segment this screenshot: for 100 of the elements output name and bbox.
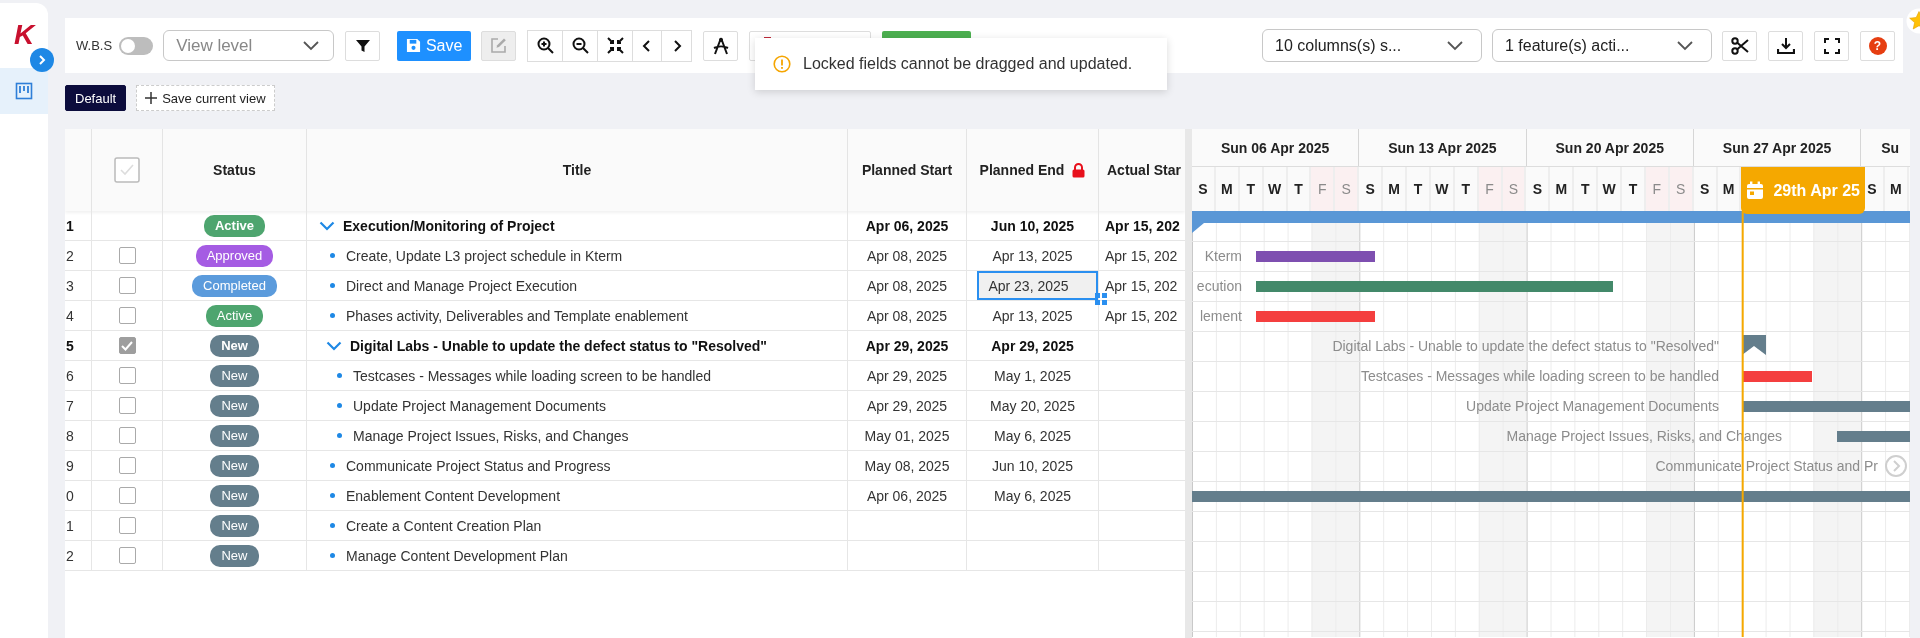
column-header[interactable]: Actual Star [1107, 162, 1181, 178]
filter-icon [354, 37, 371, 54]
day-header: F [1645, 167, 1670, 211]
view-level-dropdown[interactable]: View level [163, 30, 335, 61]
compass-button[interactable] [703, 30, 739, 61]
warning-icon [773, 55, 791, 73]
drag-handle-icon[interactable] [1095, 293, 1107, 305]
column-header[interactable]: Planned End [979, 162, 1065, 178]
date-cell[interactable]: May 20, 2025 [967, 391, 1098, 420]
date-cell[interactable]: Apr 29, 2025 [967, 331, 1098, 360]
download-button[interactable] [1768, 30, 1803, 61]
date-cell[interactable]: Apr 23, 2025 [977, 271, 1098, 300]
filter-button[interactable] [345, 30, 381, 61]
status-badge: Active [204, 214, 265, 237]
row-number: 3 [66, 277, 74, 294]
week-header: Su [1881, 139, 1900, 156]
date-cell: May 08, 2025 [864, 457, 950, 474]
toast-message: Locked fields cannot be dragged and updated. [803, 55, 1133, 73]
task-title: Testcases - Messages while loading screen to be handled [353, 367, 711, 384]
row-number: 2 [66, 547, 74, 564]
column-header[interactable]: Title [562, 162, 592, 178]
row-checkbox[interactable] [118, 337, 136, 354]
features-dropdown[interactable]: 1 feature(s) acti... [1492, 29, 1712, 62]
task-title: Execution/Monitoring of Project [343, 217, 555, 234]
zoom-out-icon [571, 37, 589, 54]
day-header: S [1502, 167, 1527, 211]
date-cell[interactable]: Jun 10, 2025 [967, 211, 1098, 240]
logo[interactable]: K [13, 20, 35, 50]
row-checkbox[interactable] [118, 367, 136, 384]
bullet-icon [330, 523, 335, 528]
columns-dropdown[interactable]: 10 columns(s) s... [1262, 29, 1482, 62]
status-badge: Active [205, 304, 264, 327]
row-number: 9 [66, 457, 74, 474]
status-badge: New [210, 514, 259, 537]
fullscreen-button[interactable] [1814, 30, 1849, 61]
summary-bar[interactable] [1192, 211, 1910, 233]
save-view-button[interactable]: Save current view [136, 85, 275, 111]
task-title: Manage Project Issues, Risks, and Changes [353, 427, 629, 444]
chevron-right-icon [37, 54, 47, 66]
row-checkbox[interactable] [118, 457, 136, 474]
chevron-circle-icon[interactable] [1885, 455, 1907, 477]
scissors-button[interactable] [1722, 30, 1757, 61]
row-checkbox[interactable] [118, 547, 136, 564]
row-number: 0 [66, 487, 74, 504]
chevron-down-icon[interactable] [326, 340, 342, 351]
chevron-down-icon [1677, 40, 1693, 51]
date-cell: Apr 15, 202 [1105, 247, 1178, 264]
chevron-down-icon[interactable] [319, 220, 335, 231]
bullet-icon [330, 553, 335, 558]
bullet-icon [337, 433, 342, 438]
column-header[interactable]: Planned Start [861, 162, 953, 178]
row-number: 1 [66, 517, 74, 534]
bullet-icon [330, 283, 335, 288]
date-cell[interactable]: Jun 10, 2025 [967, 451, 1098, 480]
edit-icon [490, 37, 508, 54]
task-title: Create a Content Creation Plan [346, 517, 542, 534]
date-cell[interactable]: Apr 13, 2025 [967, 301, 1098, 330]
row-checkbox[interactable] [118, 307, 136, 324]
status-badge: New [210, 394, 259, 417]
task-label: Kterm [1204, 248, 1242, 264]
wbs-label: W.B.S [76, 38, 113, 53]
date-cell: Apr 15, 202 [1105, 277, 1178, 294]
chevron-down-icon [303, 40, 320, 51]
row-checkbox[interactable] [118, 247, 136, 264]
task-label: Testcases - Messages while loading screen to be handled [1361, 368, 1719, 384]
milestone-marker[interactable] [1742, 335, 1766, 355]
row-checkbox[interactable] [118, 427, 136, 444]
week-header: Sun 13 Apr 2025 [1388, 139, 1497, 156]
wbs-toggle[interactable] [119, 36, 154, 55]
date-cell: Apr 06, 2025 [866, 487, 948, 504]
week-header: Sun 06 Apr 2025 [1220, 139, 1330, 156]
task-label: Communicate Project Status and Pr [1655, 458, 1878, 474]
status-badge: New [210, 424, 259, 447]
date-cell[interactable]: May 1, 2025 [967, 361, 1098, 390]
date-cell[interactable]: May 6, 2025 [967, 481, 1098, 510]
help-button[interactable]: ? [1860, 30, 1895, 61]
fullscreen-icon [1823, 37, 1840, 54]
chevron-right-icon [671, 38, 682, 53]
expand-button[interactable] [30, 48, 54, 72]
column-header[interactable]: Status [213, 162, 256, 178]
date-cell: Apr 06, 2025 [865, 217, 949, 234]
view-tab[interactable]: Default [65, 85, 127, 111]
row-checkbox[interactable] [118, 397, 136, 414]
date-cell: Apr 15, 202 [1105, 307, 1178, 324]
day-header: S [1335, 167, 1360, 211]
board-nav-item[interactable] [0, 68, 48, 114]
date-cell[interactable]: Apr 13, 2025 [967, 241, 1098, 270]
plus-icon [145, 92, 158, 104]
row-checkbox[interactable] [118, 277, 136, 294]
task-title: Direct and Manage Project Execution [346, 277, 578, 294]
bullet-icon [330, 493, 335, 498]
week-header: Sun 20 Apr 2025 [1555, 139, 1664, 156]
row-checkbox[interactable] [118, 487, 136, 504]
day-header: S [1669, 167, 1694, 211]
row-checkbox[interactable] [118, 517, 136, 534]
task-bar[interactable] [1742, 371, 1812, 382]
row-number: 2 [66, 247, 74, 264]
date-cell[interactable]: May 6, 2025 [967, 421, 1098, 450]
status-badge: Completed [192, 274, 277, 297]
scissors-icon [1730, 36, 1749, 55]
